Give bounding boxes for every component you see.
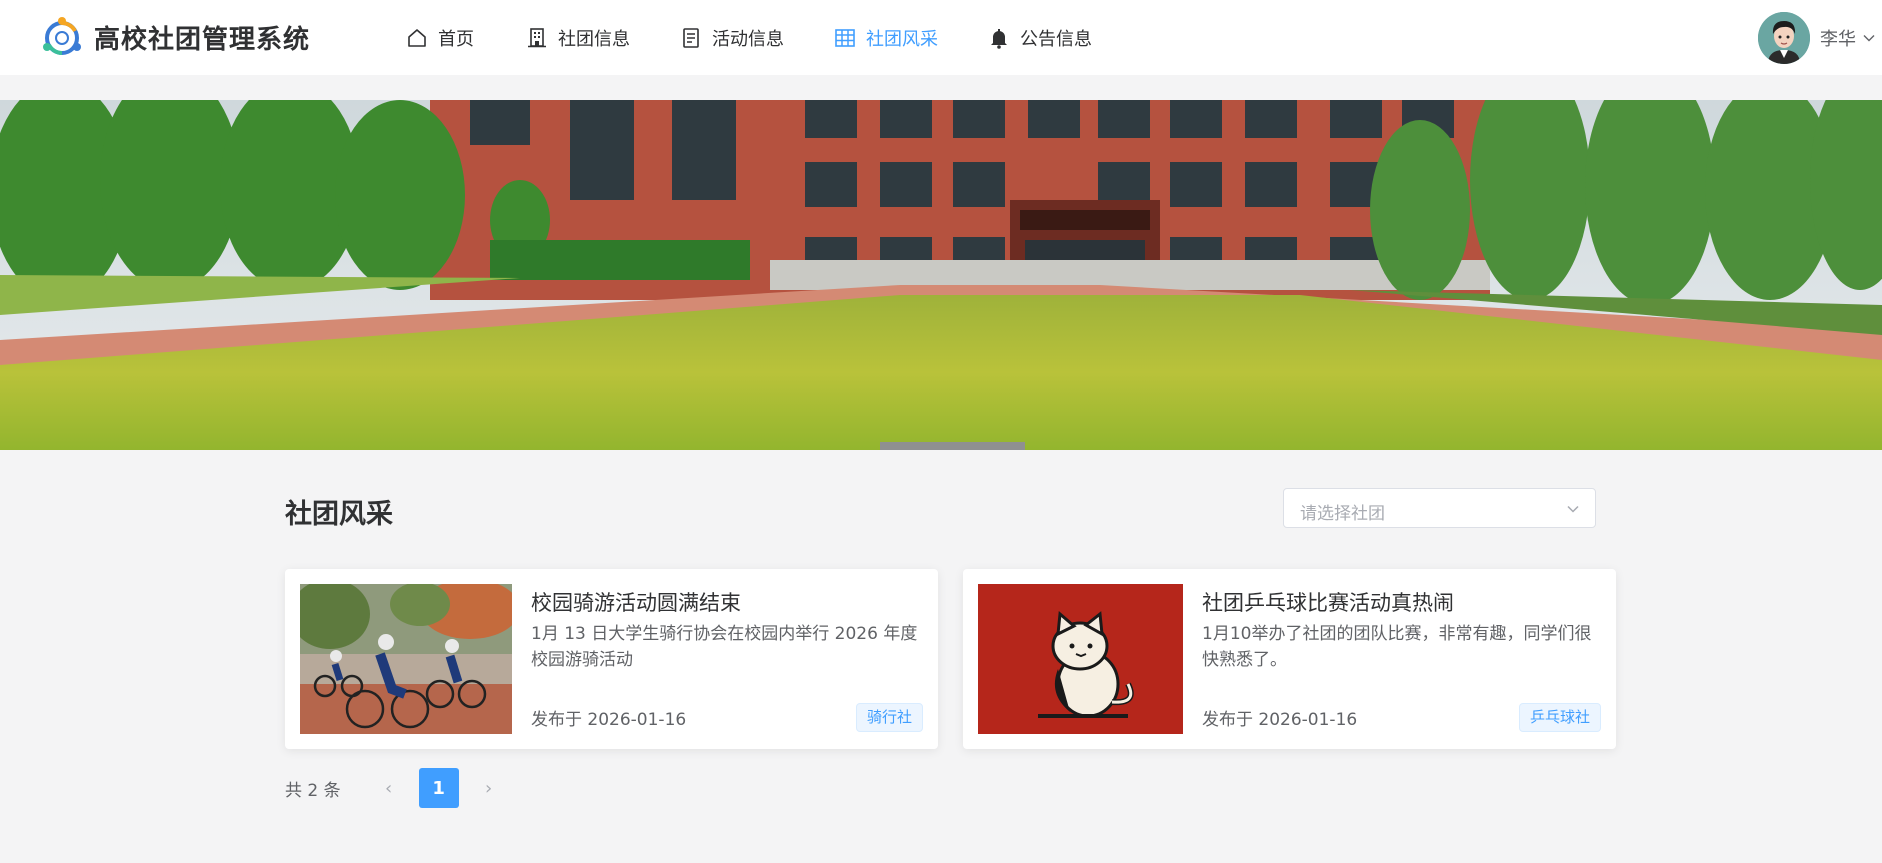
pagination: 共 2 条 ‹ 1 › [285, 768, 509, 808]
club-tag: 乒乓球社 [1518, 703, 1601, 732]
nav-item-home[interactable]: 首页 [406, 25, 474, 51]
nav-item-activities[interactable]: 活动信息 [680, 25, 784, 51]
card-title[interactable]: 社团乒乓球比赛活动真热闹 [1202, 587, 1454, 617]
avatar [1758, 12, 1810, 64]
cycling-photo [300, 584, 512, 734]
nav-label: 社团信息 [558, 28, 630, 50]
cat-illustration [978, 584, 1183, 734]
nav-label: 活动信息 [712, 28, 784, 50]
card-title[interactable]: 校园骑游活动圆满结束 [531, 587, 741, 617]
select-placeholder: 请选择社团 [1300, 504, 1385, 524]
showcase-card[interactable]: 社团乒乓球比赛活动真热闹 1月10举办了社团的团队比赛，非常有趣，同学们很快熟悉… [963, 569, 1616, 749]
card-date: 发布于 2026-01-16 [1202, 710, 1358, 730]
card-date: 发布于 2026-01-16 [531, 710, 687, 730]
user-menu[interactable]: 李华 [1758, 12, 1876, 64]
grid-icon [834, 27, 856, 49]
club-filter-select[interactable]: 请选择社团 [1283, 488, 1596, 528]
prev-page-button[interactable]: ‹ [369, 768, 409, 808]
building-icon [526, 27, 548, 49]
campus-banner-image [0, 100, 1882, 450]
nav-item-club-showcase[interactable]: 社团风采 [834, 25, 938, 51]
nav-label: 社团风采 [866, 28, 938, 50]
page-title: 社团风采 [285, 499, 393, 530]
nav-item-clubs[interactable]: 社团信息 [526, 25, 630, 51]
document-icon [680, 27, 702, 49]
chevron-down-icon [1863, 35, 1875, 42]
page-number-button[interactable]: 1 [418, 768, 459, 808]
card-description: 1月10举办了社团的团队比赛，非常有趣，同学们很快熟悉了。 [1202, 624, 1592, 670]
showcase-card[interactable]: 校园骑游活动圆满结束 1月 13 日大学生骑行协会在校园内举行 2026 年度校… [285, 569, 938, 749]
chevron-down-icon [1567, 505, 1579, 513]
nav-label: 公告信息 [1020, 28, 1092, 50]
club-tag: 骑行社 [855, 703, 923, 732]
next-page-button[interactable]: › [469, 768, 509, 808]
main-nav: 首页 社团信息 活动信息 社团风采 公告信息 [406, 0, 1142, 75]
username: 李华 [1820, 29, 1856, 50]
bell-icon [988, 27, 1010, 49]
card-description: 1月 13 日大学生骑行协会在校园内举行 2026 年度校园游骑活动 [531, 624, 918, 670]
total-count: 共 2 条 [285, 780, 341, 801]
app-title: 高校社团管理系统 [94, 25, 311, 55]
nav-item-announcements[interactable]: 公告信息 [988, 25, 1092, 51]
top-header: 高校社团管理系统 首页 社团信息 活动信息 社团风采 公告信息 李华 [0, 0, 1882, 75]
nav-label: 首页 [438, 28, 474, 50]
logo-icon[interactable] [40, 16, 84, 60]
home-icon [406, 27, 428, 49]
